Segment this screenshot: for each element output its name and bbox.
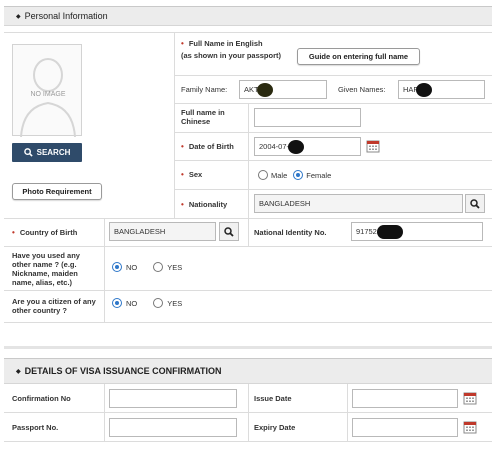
guide-fullname-label: Guide on entering full name: [308, 52, 409, 61]
visa-details-title: DETAILS OF VISA ISSUANCE CONFIRMATION: [24, 366, 222, 376]
confirmation-no-input[interactable]: [109, 389, 237, 408]
citizen-yes-label: YES: [167, 298, 183, 308]
redaction-mark: [256, 82, 273, 97]
dob-label-row: • Date of Birth: [181, 142, 234, 151]
calendar-icon[interactable]: [366, 139, 380, 153]
citizen-no-radio[interactable]: [112, 298, 122, 308]
required-marker: •: [12, 228, 15, 237]
other-name-question: Have you used any other name ? (e.g. Nic…: [12, 251, 80, 287]
issue-date-label: Issue Date: [254, 394, 292, 403]
chinese-name-input[interactable]: [254, 108, 361, 127]
section-divider: [4, 346, 492, 349]
fullname-label: Full Name in English: [188, 39, 263, 48]
sex-female-radio[interactable]: [293, 170, 304, 180]
sex-label: Sex: [188, 170, 203, 179]
family-name-label: Family Name:: [181, 85, 228, 94]
fullname-sub: (as shown in your passport): [181, 51, 282, 60]
country-birth-value: BANGLADESH: [114, 227, 166, 236]
magnifier-icon: [224, 226, 234, 237]
nationality-input[interactable]: BANGLADESH: [254, 194, 463, 213]
visa-details-header: ◆ DETAILS OF VISA ISSUANCE CONFIRMATION: [4, 358, 492, 384]
other-name-no-radio[interactable]: [112, 262, 122, 272]
required-marker: •: [181, 39, 184, 48]
required-marker: •: [181, 142, 184, 151]
given-names-input[interactable]: HAF: [398, 80, 485, 99]
family-name-input[interactable]: AKT: [239, 80, 327, 99]
photo-search-button[interactable]: SEARCH: [12, 143, 82, 162]
search-button-label: SEARCH: [36, 148, 71, 157]
photo-placeholder-text: NO IMAGE: [30, 91, 66, 98]
nid-input[interactable]: 917524: [351, 222, 483, 241]
citizen-radio-group: NO YES: [112, 298, 182, 308]
other-name-yes-radio[interactable]: [153, 262, 164, 272]
calendar-icon[interactable]: [463, 391, 477, 405]
passport-no-input[interactable]: [109, 418, 237, 437]
required-marker: •: [181, 200, 184, 209]
sex-label-row: • Sex: [181, 170, 202, 179]
dob-value: 2004-07-: [259, 142, 290, 151]
citizen-question: Are you a citizen of any other country ?: [12, 297, 96, 315]
confirmation-no-label: Confirmation No: [12, 394, 71, 403]
personal-info-header: ◆ Personal Information: [4, 6, 492, 26]
magnifier-icon: [23, 148, 33, 157]
sex-female-label: Female: [306, 170, 332, 180]
redaction-mark: [416, 82, 432, 97]
expiry-date-label: Expiry Date: [254, 423, 296, 432]
country-birth-label: Country of Birth: [19, 228, 78, 237]
sex-male-label: Male: [271, 170, 288, 180]
expiry-date-input[interactable]: [352, 418, 458, 437]
country-birth-search-button[interactable]: [219, 222, 239, 241]
required-marker: •: [181, 170, 184, 179]
photo-requirement-label: Photo Requirement: [22, 187, 92, 196]
other-name-no-label: NO: [126, 262, 138, 272]
magnifier-icon: [470, 198, 480, 209]
photo-requirement-button[interactable]: Photo Requirement: [12, 183, 102, 200]
personal-info-title: Personal Information: [24, 11, 108, 21]
citizen-yes-radio[interactable]: [153, 298, 164, 308]
country-birth-input[interactable]: BANGLADESH: [109, 222, 216, 241]
dob-label: Date of Birth: [188, 142, 234, 151]
other-name-radio-group: NO YES: [112, 262, 182, 272]
nationality-label-row: • Nationality: [181, 200, 227, 209]
fullname-label-row: • Full Name in English: [181, 39, 291, 48]
bullet-icon: ◆: [16, 13, 21, 20]
sex-male-radio[interactable]: [258, 170, 268, 180]
photo-placeholder: NO IMAGE: [12, 44, 82, 137]
guide-fullname-button[interactable]: Guide on entering full name: [297, 48, 420, 65]
redaction-mark: [377, 224, 404, 239]
redaction-mark: [288, 139, 305, 154]
given-names-label: Given Names:: [338, 85, 386, 94]
nid-label: National Identity No.: [254, 228, 327, 237]
country-birth-label-row: • Country of Birth: [12, 228, 77, 237]
chinese-name-label: Full name in Chinese: [181, 108, 225, 126]
nationality-label: Nationality: [188, 200, 228, 209]
nationality-value: BANGLADESH: [259, 199, 311, 208]
calendar-icon[interactable]: [463, 420, 477, 434]
passport-no-label: Passport No.: [12, 423, 59, 432]
sex-radio-group: Male Female: [258, 170, 331, 180]
bullet-icon: ◆: [16, 368, 21, 375]
other-name-yes-label: YES: [167, 262, 183, 272]
citizen-no-label: NO: [126, 298, 138, 308]
dob-input[interactable]: 2004-07-: [254, 137, 361, 156]
nationality-search-button[interactable]: [465, 194, 485, 213]
issue-date-input[interactable]: [352, 389, 458, 408]
